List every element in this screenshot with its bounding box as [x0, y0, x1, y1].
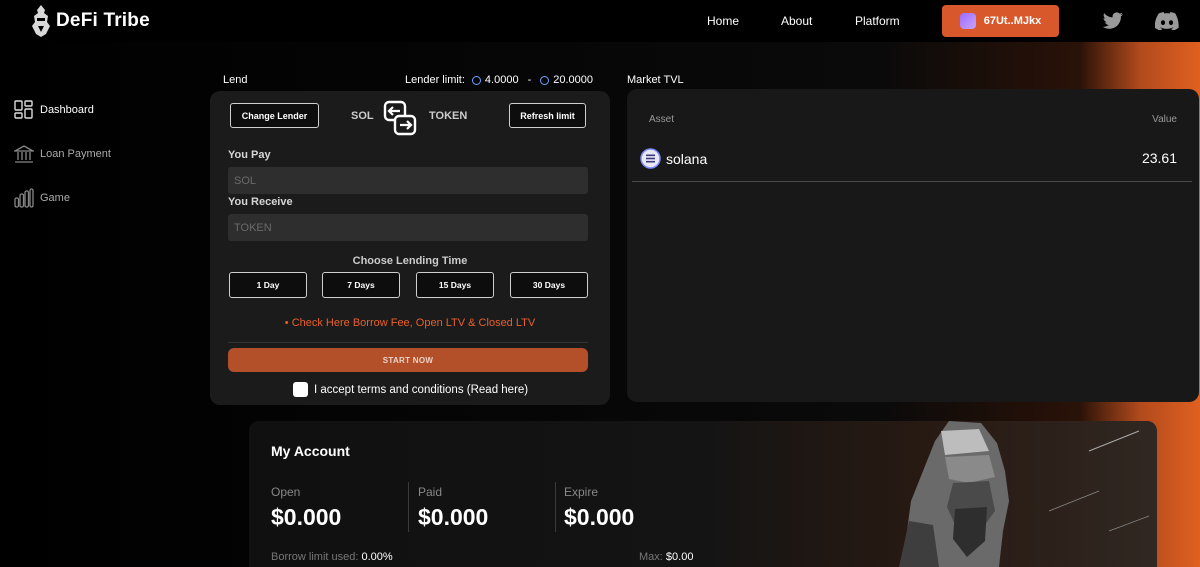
swap-icon[interactable]: [383, 100, 417, 136]
wallet-button[interactable]: 67Ut..MJkx: [942, 5, 1059, 37]
asset-value: 23.61: [1141, 150, 1177, 166]
sidebar-item-dashboard[interactable]: Dashboard: [14, 100, 94, 120]
lender-limit: Lender limit: 4.0000 - 20.0000: [405, 74, 593, 86]
lend-title: Lend: [223, 74, 248, 86]
expire-label: Expire: [564, 485, 599, 499]
you-receive-input[interactable]: TOKEN: [228, 214, 588, 241]
lending-time-1-day[interactable]: 1 Day: [229, 272, 307, 298]
lender-limit-min: 4.0000: [484, 74, 519, 86]
terms-row: I accept terms and conditions (Read here…: [293, 382, 528, 397]
token-icon: [540, 75, 550, 85]
to-token-label: TOKEN: [429, 110, 468, 122]
you-pay-label: You Pay: [228, 149, 271, 161]
wallet-address: 67Ut..MJkx: [983, 15, 1042, 27]
nav-platform-link[interactable]: Platform: [855, 14, 900, 28]
sidebar-item-label: Dashboard: [40, 104, 94, 116]
borrow-limit-label: Borrow limit used:: [271, 551, 359, 563]
choose-lending-time-label: Choose Lending Time: [352, 255, 468, 267]
lending-time-30-days[interactable]: 30 Days: [510, 272, 588, 298]
dashboard-icon: [14, 100, 33, 119]
lending-time-15-days[interactable]: 15 Days: [416, 272, 494, 298]
terms-checkbox[interactable]: [293, 382, 308, 397]
sidebar-item-label: Loan Payment: [40, 148, 111, 160]
value-column-header: Value: [1152, 114, 1177, 125]
nav-home-link[interactable]: Home: [707, 14, 739, 28]
max-limit: Max: $0.00: [639, 551, 693, 563]
you-receive-label: You Receive: [228, 196, 293, 208]
market-tvl-panel: Asset Value solana 23.61: [627, 89, 1199, 402]
lending-time-7-days[interactable]: 7 Days: [322, 272, 400, 298]
refresh-limit-button[interactable]: Refresh limit: [509, 103, 586, 128]
open-value: $0.000: [271, 504, 342, 530]
phantom-wallet-icon: [959, 13, 976, 29]
twitter-icon[interactable]: [1102, 12, 1124, 30]
you-pay-input[interactable]: SOL: [228, 167, 588, 194]
sidebar-item-game[interactable]: Game: [14, 188, 70, 208]
max-value: $0.00: [665, 551, 694, 563]
divider: [228, 342, 588, 343]
change-lender-button[interactable]: Change Lender: [230, 103, 319, 128]
market-tvl-title: Market TVL: [627, 74, 684, 86]
start-now-button[interactable]: START NOW: [228, 348, 588, 372]
from-token-label: SOL: [351, 110, 374, 122]
top-bar: DeFi Tribe Home About Platform 67Ut..MJk…: [0, 0, 1200, 42]
asset-name: solana: [666, 150, 708, 167]
terms-label[interactable]: I accept terms and conditions (Read here…: [314, 384, 528, 396]
borrow-limit-value: 0.00%: [361, 551, 393, 563]
warrior-logo-icon: [32, 5, 50, 37]
lender-limit-separator: -: [527, 74, 532, 86]
solana-icon: [640, 148, 661, 169]
nav-about-link[interactable]: About: [781, 14, 812, 28]
expire-value: $0.000: [564, 504, 635, 530]
table-row[interactable]: solana: [640, 148, 707, 169]
lender-limit-max: 20.0000: [553, 74, 594, 86]
bar-chart-icon: [14, 188, 34, 208]
warrior-illustration: [849, 421, 1157, 567]
paid-value: $0.000: [418, 504, 489, 530]
max-label: Max:: [639, 551, 663, 563]
my-account-panel: My Account Open $0.000 Paid $0.000 Expir…: [249, 421, 1157, 567]
bank-icon: [14, 145, 34, 163]
token-icon: [471, 75, 481, 85]
sidebar-item-label: Game: [40, 192, 70, 204]
borrow-fee-link[interactable]: • Check Here Borrow Fee, Open LTV & Clos…: [210, 317, 610, 329]
lender-limit-label: Lender limit:: [405, 74, 465, 86]
open-label: Open: [271, 485, 301, 499]
discord-icon[interactable]: [1155, 12, 1179, 30]
brand-name: DeFi Tribe: [56, 10, 150, 31]
paid-label: Paid: [418, 485, 443, 499]
asset-column-header: Asset: [649, 114, 675, 125]
borrow-limit: Borrow limit used: 0.00%: [271, 551, 393, 563]
divider: [632, 181, 1192, 182]
sidebar-item-loan-payment[interactable]: Loan Payment: [14, 144, 111, 164]
brand-logo[interactable]: DeFi Tribe: [30, 4, 150, 38]
my-account-title: My Account: [271, 443, 350, 459]
divider: [408, 482, 409, 532]
lend-panel: Change Lender SOL TOKEN Refresh limit Yo…: [210, 91, 610, 405]
divider: [555, 482, 556, 532]
